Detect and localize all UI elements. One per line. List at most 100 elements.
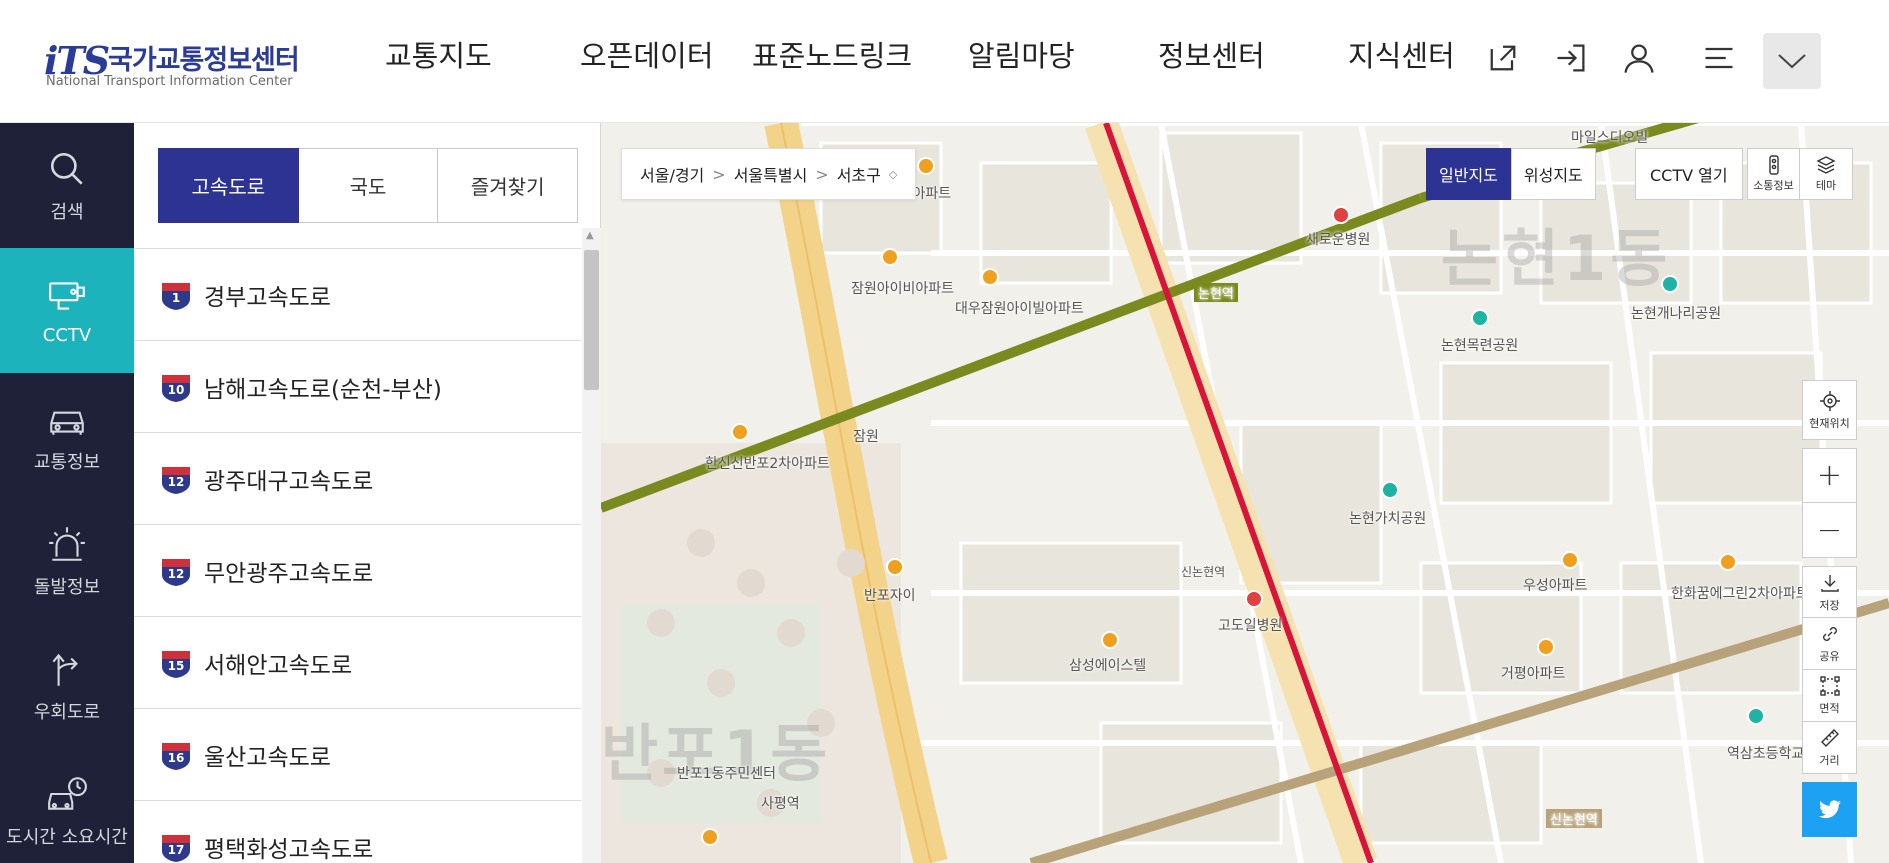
park-poi-icon[interactable] (1381, 481, 1399, 499)
sidebar-item-search[interactable]: 검색 (0, 123, 134, 248)
breadcrumb-city[interactable]: 서울특별시 (734, 162, 808, 186)
nav-open-data[interactable]: 오픈데이터 (580, 0, 752, 112)
dropdown-toggle-icon[interactable]: ◇ (889, 168, 897, 181)
apartment-poi-icon[interactable] (701, 828, 719, 846)
apartment-poi-icon[interactable] (1719, 553, 1737, 571)
external-link-icon[interactable] (1483, 38, 1523, 78)
list-item[interactable]: 12 광주대구고속도로 (134, 433, 581, 525)
route-number: 10 (167, 382, 185, 397)
list-item[interactable]: 15 서해안고속도로 (134, 617, 581, 709)
share-button[interactable]: 공유 (1802, 618, 1857, 670)
left-sidebar: 검색 CCTV 교통정보 돌발정보 우회도로 도시간 소요시간 (0, 123, 134, 863)
apartment-poi-icon[interactable] (1561, 551, 1579, 569)
dong-label-nonhyeon1: 논현1동 (1441, 222, 1672, 295)
route-number: 15 (167, 658, 185, 673)
area-measure-button[interactable]: 면적 (1802, 670, 1857, 722)
alert-siren-icon (49, 526, 85, 561)
tab-expressway[interactable]: 고속도로 (158, 148, 299, 223)
tab-favorites[interactable]: 즐겨찾기 (438, 148, 579, 223)
login-icon[interactable] (1551, 38, 1591, 78)
label-apt-hanshin: 한신신반포2차아파트 (705, 456, 830, 472)
cctv-panel: 고속도로 국도 즐겨찾기 1 경부고속도로 10 남해고속도로(순천-부산) 1… (134, 123, 601, 863)
breadcrumb-region[interactable]: 서울/경기 (640, 162, 704, 186)
site-header: iTS 국가교통정보센터 National Transport Informat… (0, 0, 1889, 123)
twitter-share-button[interactable] (1802, 782, 1857, 837)
scroll-thumb[interactable] (584, 250, 599, 390)
current-location-button[interactable]: 현재위치 (1802, 380, 1857, 440)
zoom-out-button[interactable]: − (1802, 503, 1857, 558)
area-icon (1819, 676, 1840, 696)
list-item[interactable]: 16 울산고속도로 (134, 709, 581, 801)
park-poi-icon[interactable] (1661, 275, 1679, 293)
sidebar-item-traffic-info[interactable]: 교통정보 (0, 373, 134, 498)
apartment-poi-icon[interactable] (917, 157, 935, 175)
map-type-satellite-button[interactable]: 위성지도 (1510, 148, 1596, 200)
label-park-mokryeon: 논현목련공원 (1441, 338, 1519, 354)
sidebar-item-detour[interactable]: 우회도로 (0, 623, 134, 748)
road-name: 울산고속도로 (204, 744, 331, 771)
sidebar-item-incidents[interactable]: 돌발정보 (0, 498, 134, 623)
label-jamwon: 잠원 (853, 429, 879, 445)
traffic-info-button[interactable]: 소통정보 (1747, 148, 1800, 200)
map-right-tools: 현재위치 + − 저장 공유 면적 거리 (1802, 380, 1857, 837)
scroll-up-arrow-icon[interactable]: ▲ (586, 230, 594, 241)
road-name: 서해안고속도로 (204, 652, 353, 679)
hospital-poi-icon[interactable] (1332, 206, 1350, 224)
apartment-poi-icon[interactable] (1101, 631, 1119, 649)
site-logo[interactable]: iTS 국가교통정보센터 National Transport Informat… (44, 34, 300, 94)
breadcrumb-district[interactable]: 서초구 (837, 162, 881, 186)
hospital-poi-icon[interactable] (1245, 590, 1263, 608)
label-apt-daewoo: 대우잠원아이빌아파트 (955, 301, 1084, 317)
station-label-nonhyeon[interactable]: 논현역 (1194, 283, 1238, 302)
list-item[interactable]: 1 경부고속도로 (134, 249, 581, 341)
list-item[interactable]: 17 평택화성고속도로 (134, 801, 581, 863)
tool-label: 테마 (1815, 179, 1837, 192)
nav-traffic-map[interactable]: 교통지도 (385, 0, 580, 112)
user-icon[interactable] (1619, 38, 1659, 78)
nav-knowledge-center[interactable]: 지식센터 (1348, 0, 1488, 112)
nav-standard-node-link[interactable]: 표준노드링크 (752, 0, 968, 112)
sidebar-item-label: 도시간 소요시간 (6, 826, 128, 848)
cctv-icon (49, 282, 85, 310)
menu-icon[interactable] (1699, 38, 1739, 78)
label-apt-hanwha: 한화꿈에그린2차아파트 (1671, 586, 1809, 602)
label-banpo-xi: 반포자이 (864, 588, 916, 604)
map-type-general-button[interactable]: 일반지도 (1426, 148, 1511, 200)
tab-national-road[interactable]: 국도 (298, 148, 439, 223)
expand-menu-button[interactable] (1763, 33, 1821, 89)
list-item[interactable]: 10 남해고속도로(순천-부산) (134, 341, 581, 433)
apartment-poi-icon[interactable] (886, 558, 904, 576)
apartment-poi-icon[interactable] (1537, 638, 1555, 656)
route-shield-icon: 12 (160, 463, 192, 495)
station-label-sinnonhyeon[interactable]: 신논현역 (1546, 809, 1602, 828)
list-scrollbar[interactable]: ▲ (582, 228, 601, 863)
apartment-poi-icon[interactable] (881, 248, 899, 266)
label-godoil-hospital: 고도일병원 (1218, 618, 1283, 634)
zoom-in-button[interactable]: + (1802, 448, 1857, 503)
distance-measure-button[interactable]: 거리 (1802, 722, 1857, 774)
traffic-light-icon (1768, 155, 1779, 175)
header-utility-icons (1483, 38, 1739, 78)
sidebar-item-intercity-time[interactable]: 도시간 소요시간 (0, 748, 134, 863)
logo-korean-title: 국가교통정보센터 (108, 45, 300, 76)
nav-notice[interactable]: 알림마당 (968, 0, 1158, 112)
traffic-map[interactable]: 논현1동 반포1동 논현역 신논현역 잠원 새로운병원 논현목련공원 논현개나리… (601, 123, 1889, 863)
list-item[interactable]: 12 무안광주고속도로 (134, 525, 581, 617)
tool-label: 현재위치 (1809, 416, 1850, 430)
label-hospital-new: 새로운병원 (1306, 232, 1371, 248)
sidebar-item-cctv[interactable]: CCTV (0, 248, 134, 373)
ruler-icon (1820, 729, 1839, 747)
breadcrumb-separator-icon: > (815, 164, 829, 184)
apartment-poi-icon[interactable] (731, 423, 749, 441)
label-sapyeong: 사평역 (761, 796, 800, 812)
park-poi-icon[interactable] (1747, 707, 1765, 725)
theme-button[interactable]: 테마 (1800, 148, 1853, 200)
cctv-open-button[interactable]: CCTV 열기 (1635, 148, 1743, 200)
apartment-poi-icon[interactable] (981, 268, 999, 286)
route-number: 1 (171, 290, 181, 305)
park-poi-icon[interactable] (1471, 309, 1489, 327)
region-breadcrumb[interactable]: 서울/경기 > 서울특별시 > 서초구 ◇ (621, 148, 917, 200)
save-button[interactable]: 저장 (1802, 566, 1857, 618)
nav-info-center[interactable]: 정보센터 (1158, 0, 1348, 112)
route-number: 12 (167, 474, 185, 489)
